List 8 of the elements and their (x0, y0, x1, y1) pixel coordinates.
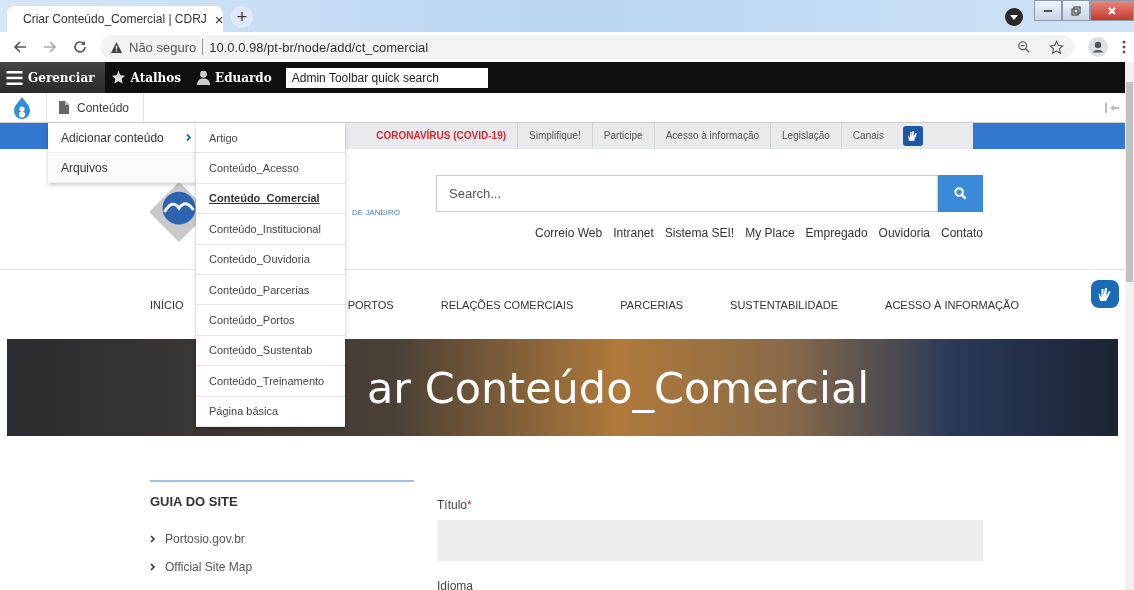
page-title: ar Conteúdo_Comercial (367, 362, 870, 413)
security-label: Não seguro (129, 39, 197, 55)
field-label: Título* (437, 498, 473, 512)
logo-text: DE JANEIRO (352, 207, 400, 217)
tab-title: Criar Conteúdo_Comercial | CDRJ (23, 12, 207, 26)
field-label: Idioma (437, 579, 475, 590)
sidebar-title: GUIA DO SITE (150, 494, 239, 509)
url-text: 10.0.0.98/pt-br/node/add/ct_comercial (209, 39, 429, 55)
